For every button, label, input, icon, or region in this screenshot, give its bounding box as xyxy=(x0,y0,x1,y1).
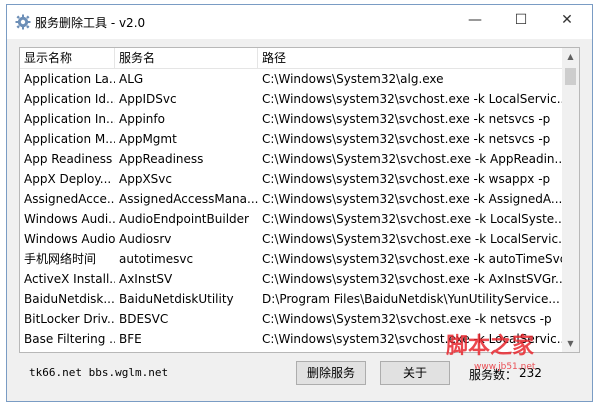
delete-service-button[interactable]: 删除服务 xyxy=(296,361,366,385)
table-row[interactable]: BaiduNetdisk... BaiduNetdiskUtility D:\Pro… xyxy=(20,289,563,309)
display-name-cell: AppX Deploy... xyxy=(24,172,112,186)
service-name-cell: autotimesvc xyxy=(119,252,194,266)
close-button[interactable]: ✕ xyxy=(545,5,589,35)
service-name-cell: AppReadiness xyxy=(119,152,204,166)
display-name-cell: Application Id... xyxy=(24,92,115,106)
path-cell: C:\Windows\System32\svchost.exe -k AppRe… xyxy=(262,152,563,166)
table-row[interactable]: Application La... ALG C:\Windows\System32\… xyxy=(20,69,563,89)
display-name-cell: 手机网络时间 xyxy=(24,252,97,266)
service-name-cell: AppMgmt xyxy=(119,132,177,146)
service-name-cell: AppXSvc xyxy=(119,172,172,186)
maximize-button[interactable]: ☐ xyxy=(499,5,543,35)
table-row[interactable]: 手机网络时间 autotimesvc C:\Windows\system32\svc… xyxy=(20,249,563,269)
path-cell: C:\Windows\system32\svchost.exe -k netsv… xyxy=(262,112,551,126)
column-header-service-name[interactable]: 服务名 xyxy=(115,48,258,68)
table-row[interactable]: Application Id... AppIDSvc C:\Windows\syst… xyxy=(20,89,563,109)
table-row[interactable]: AppX Deploy... AppXSvc C:\Windows\system32… xyxy=(20,169,563,189)
path-cell: C:\Windows\system32\svchost.exe -k Local… xyxy=(262,92,563,106)
service-name-cell: BFE xyxy=(119,332,142,346)
service-name-cell: AppIDSvc xyxy=(119,92,177,106)
minimize-button[interactable]: — xyxy=(453,5,497,35)
table-row[interactable]: Windows Audio Audiosrv C:\Windows\System32… xyxy=(20,229,563,249)
path-cell: D:\Program Files\BaiduNetdisk\YunUtility… xyxy=(262,292,560,306)
service-count-label: 服务数： xyxy=(469,368,518,382)
column-header-path[interactable]: 路径 xyxy=(258,48,563,68)
display-name-cell: AssignedAcce... xyxy=(24,192,115,206)
service-name-cell: ALG xyxy=(119,72,144,86)
path-cell: C:\Windows\system32\svchost.exe -k AxIns… xyxy=(262,272,563,286)
service-name-cell: Audiosrv xyxy=(119,232,172,246)
about-button[interactable]: 关于 xyxy=(380,361,450,385)
display-name-cell: App Readiness xyxy=(24,152,113,166)
main-window: 服务删除工具 - v2.0 — ☐ ✕ 显示名称 服务名 路径 Applicat… xyxy=(6,4,593,402)
table-row[interactable]: Application In... Appinfo C:\Windows\syste… xyxy=(20,109,563,129)
display-name-cell: Windows Audi... xyxy=(24,212,115,226)
display-name-cell: Application M... xyxy=(24,132,115,146)
table-row[interactable]: ActiveX Install... AxInstSV C:\Windows\sys… xyxy=(20,269,563,289)
display-name-cell: BitLocker Driv... xyxy=(24,312,115,326)
service-name-cell: AudioEndpointBuilder xyxy=(119,212,249,226)
window-title: 服务删除工具 - v2.0 xyxy=(35,16,146,30)
display-name-cell: Application In... xyxy=(24,112,115,126)
path-cell: C:\Windows\System32\svchost.exe -k Local… xyxy=(262,212,563,226)
display-name-cell: ActiveX Install... xyxy=(24,272,115,286)
path-cell: C:\Windows\system32\svchost.exe -k Local… xyxy=(262,332,563,346)
title-bar[interactable]: 服务删除工具 - v2.0 — ☐ ✕ xyxy=(7,5,592,39)
service-name-cell: Appinfo xyxy=(119,112,165,126)
service-count-value: 232 xyxy=(519,366,542,380)
column-header-display-name[interactable]: 显示名称 xyxy=(20,48,115,68)
scrollbar-thumb[interactable] xyxy=(565,68,576,85)
service-name-cell: BDESVC xyxy=(119,312,169,326)
table-row[interactable]: BitLocker Driv... BDESVC C:\Windows\System… xyxy=(20,309,563,329)
scroll-down-icon[interactable]: ▼ xyxy=(562,335,579,352)
display-name-cell: Application La... xyxy=(24,72,115,86)
scroll-up-icon[interactable]: ▲ xyxy=(562,48,579,65)
path-cell: C:\Windows\System32\alg.exe xyxy=(262,72,444,86)
path-cell: C:\Windows\system32\svchost.exe -k Assig… xyxy=(262,192,563,206)
service-name-cell: AssignedAccessMana... xyxy=(119,192,258,206)
table-row[interactable]: App Readiness AppReadiness C:\Windows\Syst… xyxy=(20,149,563,169)
path-cell: C:\Windows\System32\svchost.exe -k Local… xyxy=(262,232,563,246)
service-name-cell: BaiduNetdiskUtility xyxy=(119,292,234,306)
display-name-cell: Windows Audio xyxy=(24,232,115,246)
list-header: 显示名称 服务名 路径 xyxy=(20,48,579,69)
table-row[interactable]: Base Filtering ... BFE C:\Windows\system32… xyxy=(20,329,563,349)
path-cell: C:\Windows\system32\svchost.exe -k autoT… xyxy=(262,252,563,266)
table-row[interactable]: Application M... AppMgmt C:\Windows\system… xyxy=(20,129,563,149)
service-name-cell: AxInstSV xyxy=(119,272,173,286)
service-list[interactable]: 显示名称 服务名 路径 Application La... ALG C:\Windo… xyxy=(19,47,580,353)
path-cell: C:\Windows\System32\svchost.exe -k netsv… xyxy=(262,312,552,326)
gear-icon xyxy=(15,14,31,30)
site-links: tk66.net bbs.wglm.net xyxy=(29,366,169,379)
table-row[interactable]: AssignedAcce... AssignedAccessMana... C:\W… xyxy=(20,189,563,209)
display-name-cell: Base Filtering ... xyxy=(24,332,115,346)
path-cell: C:\Windows\system32\svchost.exe -k wsapp… xyxy=(262,172,551,186)
vertical-scrollbar[interactable]: ▲ ▼ xyxy=(562,48,579,352)
table-row[interactable]: Windows Audi... AudioEndpointBuilder C:\Wi… xyxy=(20,209,563,229)
path-cell: C:\Windows\system32\svchost.exe -k netsv… xyxy=(262,132,551,146)
list-rows: Application La... ALG C:\Windows\System32\… xyxy=(20,69,563,349)
display-name-cell: BaiduNetdisk... xyxy=(24,292,115,306)
